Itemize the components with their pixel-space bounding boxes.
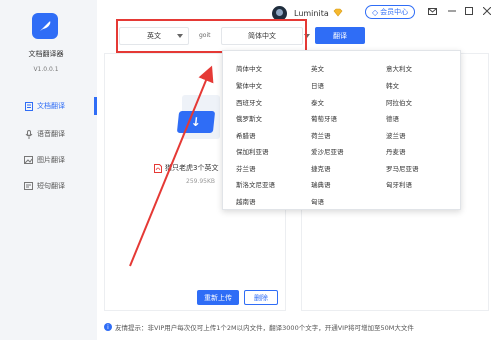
- vip-badge-icon[interactable]: [333, 8, 343, 19]
- sidebar-item-label: 短句翻译: [37, 182, 65, 190]
- language-option[interactable]: 越南语: [236, 196, 256, 206]
- language-option[interactable]: 泰文: [311, 97, 324, 107]
- delete-button[interactable]: 删除: [244, 290, 278, 305]
- microphone-icon: [24, 129, 33, 139]
- language-option[interactable]: 简体中文: [236, 63, 262, 73]
- sidebar-item-image-translate[interactable]: 图片翻译: [0, 151, 97, 169]
- language-option[interactable]: 匈牙利语: [386, 179, 412, 189]
- language-option[interactable]: 希腊语: [236, 130, 256, 140]
- diamond-icon: ◇: [372, 7, 379, 17]
- minimize-icon[interactable]: [445, 4, 459, 18]
- language-option[interactable]: 繁体中文: [236, 80, 262, 90]
- username: Luminita: [294, 9, 329, 18]
- language-option[interactable]: 韩文: [386, 80, 399, 90]
- language-option[interactable]: 西班牙文: [236, 97, 262, 107]
- file-name-text: 猎只老虎3个英文: [165, 164, 219, 172]
- sidebar-item-sentence-translate[interactable]: 短句翻译: [0, 177, 97, 195]
- sidebar-item-label: 文档翻译: [37, 102, 65, 110]
- sidebar: 文档翻译器 V1.0.0.1 文档翻译 语音翻译 图片翻译 短句翻译: [0, 0, 97, 340]
- feather-icon: [40, 21, 51, 31]
- app-name: 文档翻译器: [28, 50, 64, 58]
- language-option[interactable]: 捷克语: [311, 163, 331, 173]
- language-option[interactable]: 匈语: [311, 196, 324, 206]
- reupload-button[interactable]: 重新上传: [197, 290, 239, 305]
- language-option[interactable]: 俄罗斯文: [236, 113, 262, 123]
- language-option[interactable]: 爱沙尼亚语: [311, 146, 344, 156]
- info-icon: i: [104, 323, 112, 331]
- file-size: 259.95KB: [186, 178, 216, 185]
- vip-center-button[interactable]: ◇ 会员中心: [365, 5, 416, 19]
- language-option[interactable]: 葡萄牙语: [311, 113, 337, 123]
- annotation-highlight-box: [116, 19, 307, 53]
- language-option[interactable]: 阿拉伯文: [386, 97, 412, 107]
- app-version: V1.0.0.1: [33, 66, 59, 73]
- pdf-icon: [154, 163, 162, 173]
- language-option[interactable]: 保加利亚语: [236, 146, 269, 156]
- language-option[interactable]: 波兰语: [386, 130, 406, 140]
- download-arrow-icon: ↓: [176, 111, 216, 133]
- sidebar-item-label: 图片翻译: [37, 156, 65, 164]
- vip-center-label: 会员中心: [380, 8, 409, 16]
- language-option[interactable]: 芬兰语: [236, 163, 256, 173]
- file-name: 猎只老虎3个英文: [154, 163, 218, 173]
- language-dropdown: 简体中文 繁体中文 西班牙文 俄罗斯文 希腊语 保加利亚语 芬兰语 斯洛文尼亚语…: [222, 50, 461, 210]
- active-indicator: [94, 97, 97, 115]
- document-icon: [24, 101, 33, 111]
- sidebar-item-document-translate[interactable]: 文档翻译: [0, 97, 97, 115]
- close-icon[interactable]: [480, 4, 494, 18]
- sentence-icon: [24, 182, 33, 191]
- language-option[interactable]: 罗马尼亚语: [386, 163, 419, 173]
- sidebar-item-voice-translate[interactable]: 语音翻译: [0, 125, 97, 143]
- image-icon: [24, 156, 33, 165]
- sidebar-item-label: 语音翻译: [37, 130, 65, 138]
- maximize-icon[interactable]: [462, 4, 476, 18]
- language-option[interactable]: 瑞典语: [311, 179, 331, 189]
- language-option[interactable]: 意大利文: [386, 63, 412, 73]
- language-option[interactable]: 英文: [311, 63, 324, 73]
- language-option[interactable]: 日语: [311, 80, 324, 90]
- language-option[interactable]: 斯洛文尼亚语: [236, 179, 275, 189]
- mail-icon[interactable]: [425, 4, 439, 18]
- language-option[interactable]: 丹麦语: [386, 146, 406, 156]
- app-logo: [32, 13, 58, 39]
- language-option[interactable]: 荷兰语: [311, 130, 331, 140]
- footer-tip: i 友情提示：非VIP用户每次仅可上传1个2M以内文件，翻译3000个文字，开通…: [104, 322, 414, 332]
- footer-tip-text: 友情提示：非VIP用户每次仅可上传1个2M以内文件，翻译3000个文字，开通VI…: [115, 324, 414, 332]
- language-option[interactable]: 德语: [386, 113, 399, 123]
- upload-file-illustration: ↓: [176, 95, 224, 145]
- translate-button[interactable]: 翻译: [315, 27, 365, 44]
